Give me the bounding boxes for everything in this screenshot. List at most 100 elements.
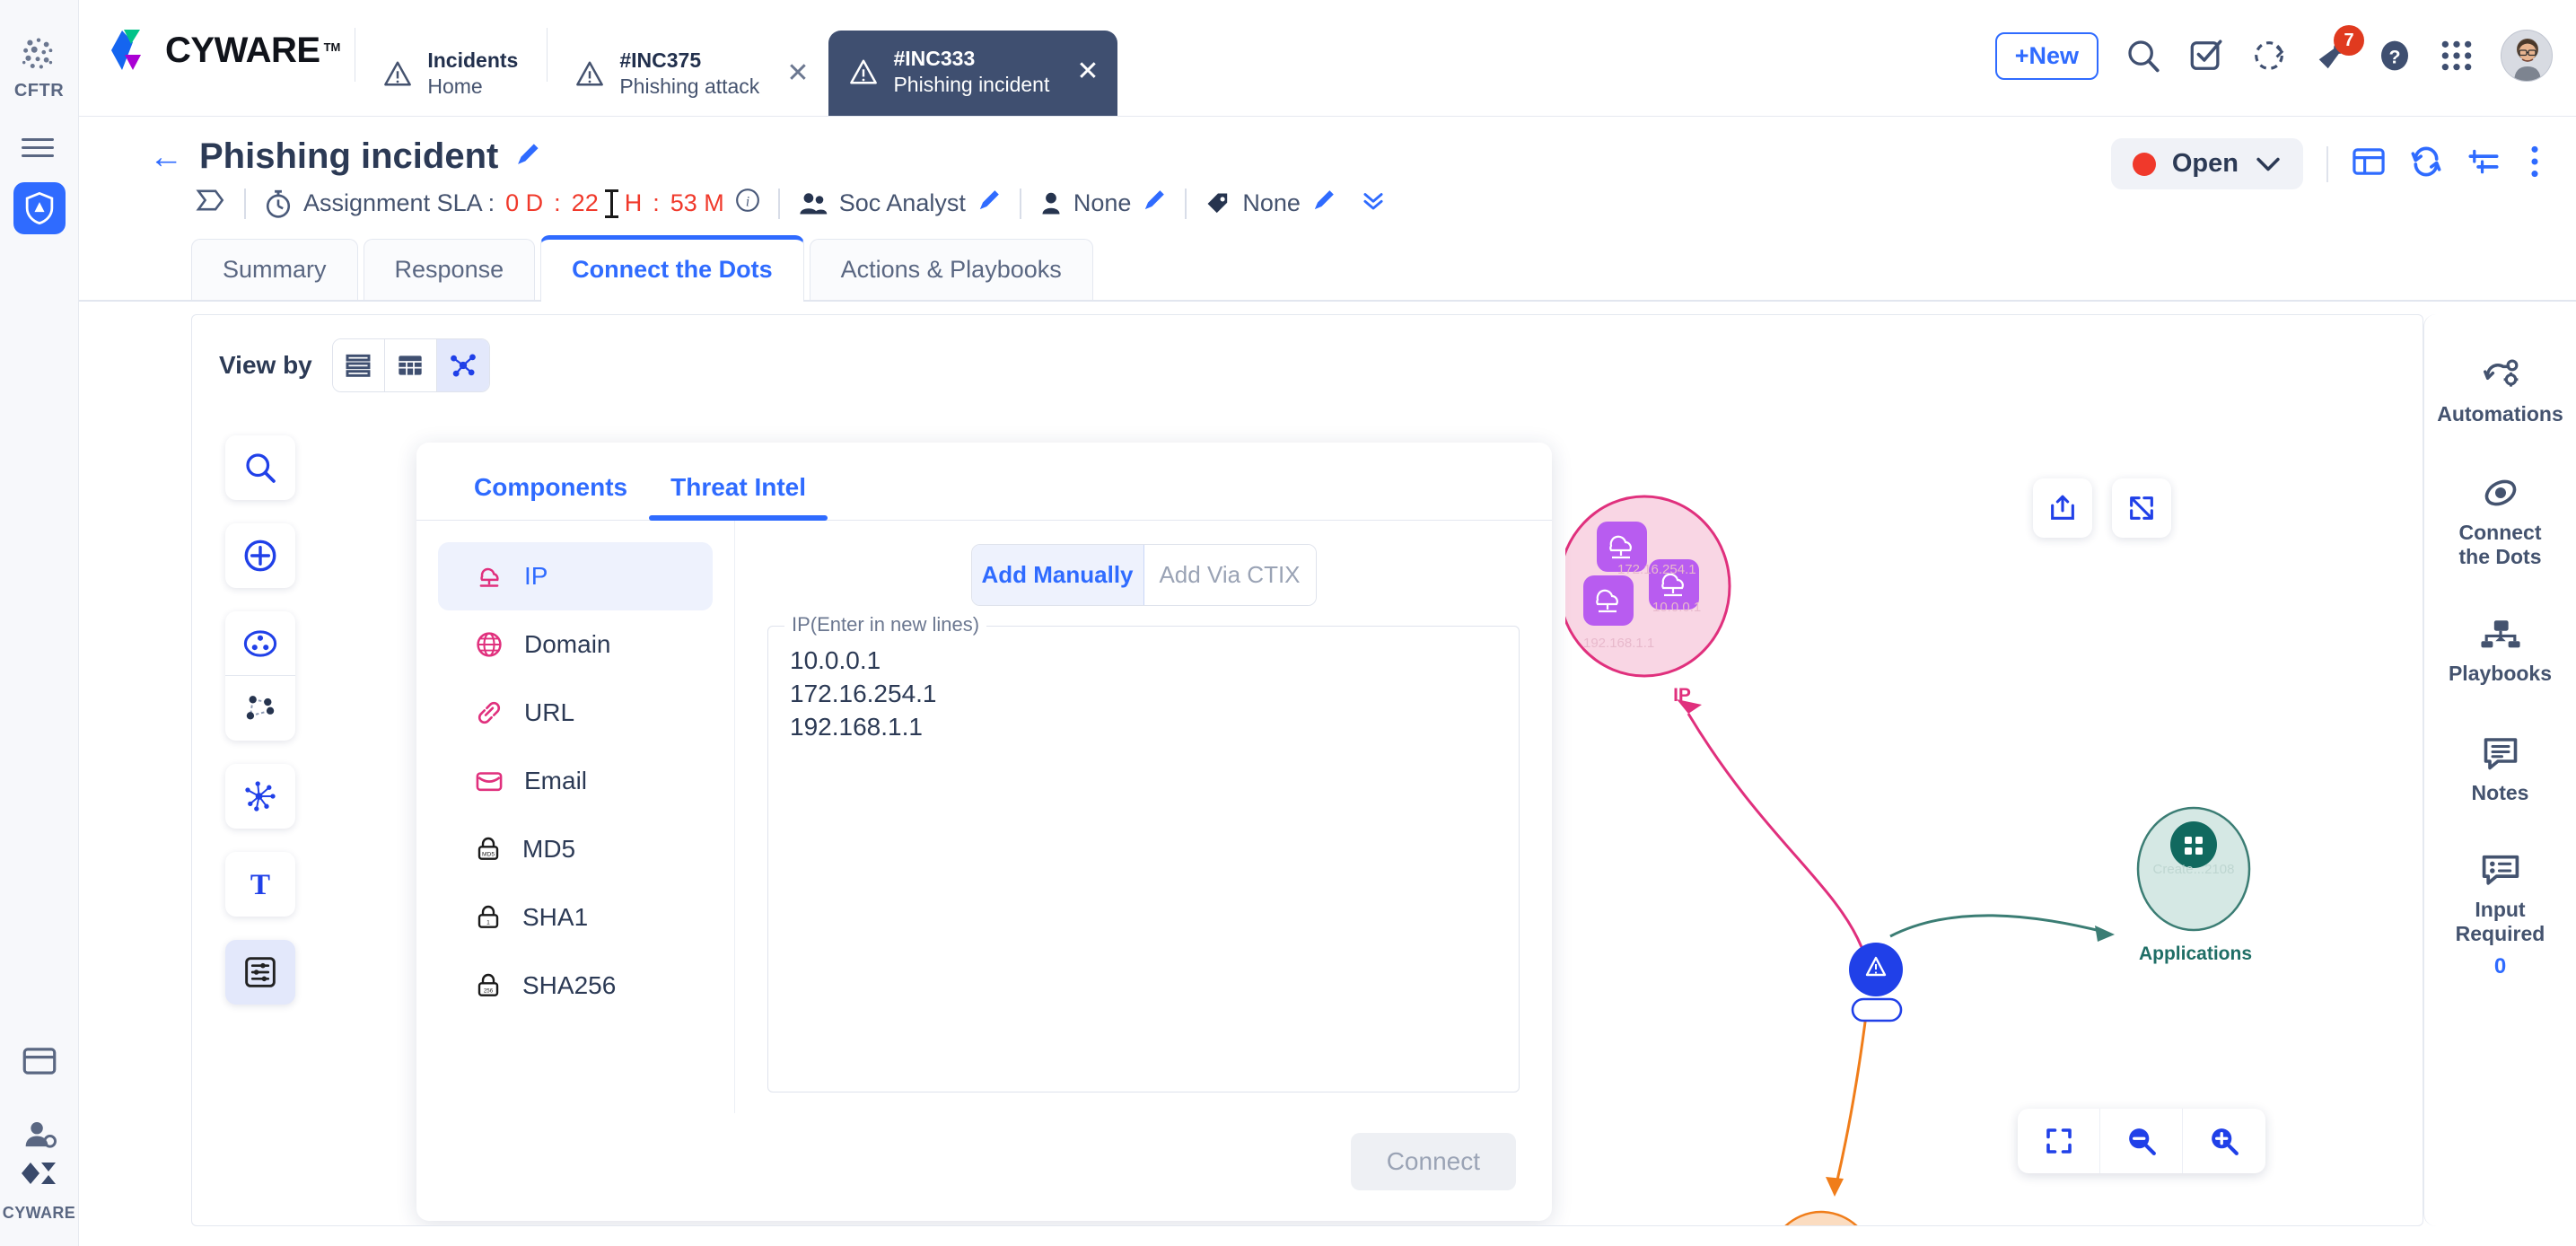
workflow-icon[interactable]: [196, 188, 226, 219]
edit-tag-icon[interactable]: [1311, 188, 1336, 219]
cyware-logo[interactable]: CYWARE TM: [110, 28, 340, 116]
zoom-out-icon: [2128, 1128, 2156, 1155]
header-tab-title: Incidents: [427, 48, 519, 73]
panel-tab-components[interactable]: Components: [452, 443, 649, 520]
assignee-group-block[interactable]: Soc Analyst: [798, 188, 1002, 219]
edge-incident-to-ip: [1687, 713, 1863, 948]
back-button[interactable]: ←: [149, 140, 183, 174]
sidebar-item-connect-the-dots[interactable]: Connect the Dots: [2424, 474, 2576, 568]
indicator-type-md5[interactable]: MD5 MD5: [438, 815, 713, 883]
sidebar-item-reports[interactable]: [13, 1035, 66, 1087]
svg-text:?: ?: [2388, 47, 2400, 68]
graph-visualization[interactable]: 172.16.254.1 10.0.0.1 192.168.1.1 Create…: [1565, 416, 2423, 1225]
sidebar-item-label: Input Required: [2455, 898, 2545, 945]
expand-meta-icon[interactable]: [1360, 189, 1387, 218]
header-tab-inc375[interactable]: #INC375 Phishing attack ✕: [556, 34, 828, 116]
warning-triangle-icon: [576, 61, 604, 86]
layout-toggle-icon[interactable]: [2352, 145, 2386, 182]
view-mode-graph[interactable]: [436, 339, 489, 391]
zoom-out-button[interactable]: [2100, 1109, 2183, 1173]
sla-hours-unit: H: [624, 189, 643, 216]
sidebar-item-playbooks[interactable]: Playbooks: [2424, 617, 2576, 685]
new-button[interactable]: +New: [1994, 31, 2098, 80]
tasks-icon[interactable]: [2188, 38, 2224, 74]
refresh-icon[interactable]: [2409, 145, 2443, 182]
graph-zoom-controls: [2018, 1109, 2265, 1173]
header-tab-incidents[interactable]: Incidents Home: [364, 34, 538, 116]
indicator-type-label: SHA1: [522, 903, 589, 931]
apps-grid-icon[interactable]: [2440, 39, 2474, 73]
add-manually-tab[interactable]: Add Manually: [971, 545, 1144, 605]
status-dropdown[interactable]: Open: [2110, 138, 2303, 189]
indicator-type-email[interactable]: Email: [438, 747, 713, 815]
indicator-type-sha1[interactable]: 1 SHA1: [438, 883, 713, 952]
sidebar-item-automations[interactable]: Automations: [2424, 355, 2576, 426]
brand-name: CYWARE: [165, 30, 320, 70]
graph-canvas[interactable]: T Components Threat Intel IP Domain URL …: [192, 416, 2423, 1225]
zoom-in-button[interactable]: [2183, 1109, 2265, 1173]
fullscreen-graph-button[interactable]: [2112, 478, 2171, 538]
sidebar-item-notes[interactable]: Notes: [2424, 734, 2576, 804]
node-incident-label-pill: [1851, 997, 1903, 1022]
sidebar-item-label: Playbooks: [2448, 662, 2553, 686]
view-mode-list[interactable]: [332, 339, 385, 391]
panel-footer: Connect: [416, 1113, 1552, 1221]
tag-block[interactable]: None: [1205, 188, 1387, 219]
header-tab-title: #INC375: [619, 48, 702, 73]
user-settings-icon: [25, 1121, 57, 1148]
sidebar-item-user-settings[interactable]: [13, 1109, 66, 1161]
help-icon[interactable]: ?: [2377, 38, 2413, 74]
search-icon[interactable]: [2125, 38, 2161, 74]
assignee-user-value: None: [1073, 189, 1132, 216]
tab-response[interactable]: Response: [363, 239, 536, 300]
edit-title-icon[interactable]: [514, 141, 541, 172]
tab-summary[interactable]: Summary: [191, 239, 358, 300]
activity-icon[interactable]: [2251, 38, 2287, 74]
graph-cluster-tool[interactable]: [225, 611, 295, 676]
sla-info-icon[interactable]: i: [735, 188, 760, 219]
panel-body: IP Domain URL Email MD5 MD5 1 SHA1 256 S…: [416, 521, 1552, 1113]
indicator-type-url[interactable]: URL: [438, 679, 713, 747]
ip-input[interactable]: [790, 645, 1497, 1074]
more-options-icon[interactable]: [2524, 145, 2545, 183]
graph-text-tool[interactable]: T: [225, 852, 295, 917]
sla-block: Assignment SLA : 0 D : 22 H : 53 M i: [264, 188, 760, 219]
graph-toolbar: [2033, 478, 2171, 538]
view-mode-table[interactable]: [384, 339, 437, 391]
graph-layout-tool[interactable]: [225, 764, 295, 829]
avatar[interactable]: [2501, 30, 2553, 82]
indicator-type-sha256[interactable]: 256 SHA256: [438, 952, 713, 1020]
indicator-type-domain[interactable]: Domain: [438, 610, 713, 679]
header-tab-inc333[interactable]: #INC333 Phishing incident ✕: [828, 31, 1117, 116]
cftr-label: CFTR: [13, 81, 65, 101]
edit-assignee-group-icon[interactable]: [977, 188, 1002, 219]
graph-settings-tool[interactable]: [225, 940, 295, 1005]
notifications-icon[interactable]: 7: [2314, 25, 2364, 74]
nodes-icon: [246, 696, 275, 720]
graph-nodes-tool[interactable]: [225, 676, 295, 741]
share-graph-button[interactable]: [2033, 478, 2092, 538]
indicator-type-ip[interactable]: IP: [438, 542, 713, 610]
tab-connect-the-dots[interactable]: Connect the Dots: [540, 235, 804, 302]
sidebar-menu-toggle[interactable]: [21, 134, 57, 161]
sidebar-item-input-required[interactable]: Input Required 0: [2424, 853, 2576, 979]
sidebar-item-incidents[interactable]: [13, 182, 66, 234]
divider: [2326, 145, 2328, 182]
app-sidebar: CFTR CYWARE: [0, 0, 79, 1246]
ip-input-fieldset: IP(Enter in new lines): [767, 613, 1520, 1092]
edit-assignee-user-icon[interactable]: [1142, 188, 1167, 219]
add-via-ctix-tab[interactable]: Add Via CTIX: [1143, 545, 1316, 605]
arrow-applications: [2095, 926, 2115, 942]
assignee-user-block[interactable]: None: [1039, 188, 1168, 219]
close-icon[interactable]: ✕: [1076, 57, 1099, 85]
graph-search-tool[interactable]: [225, 435, 295, 500]
panel-tab-threat-intel[interactable]: Threat Intel: [649, 443, 828, 521]
tab-actions-playbooks[interactable]: Actions & Playbooks: [809, 239, 1093, 300]
graph-add-tool[interactable]: [225, 523, 295, 588]
fit-to-screen-button[interactable]: [2018, 1109, 2100, 1173]
close-icon[interactable]: ✕: [786, 59, 809, 87]
sla-label: Assignment SLA :: [303, 189, 495, 216]
indicator-type-label: Domain: [524, 630, 611, 658]
filter-icon[interactable]: [2466, 146, 2501, 181]
connect-button[interactable]: Connect: [1350, 1133, 1516, 1190]
